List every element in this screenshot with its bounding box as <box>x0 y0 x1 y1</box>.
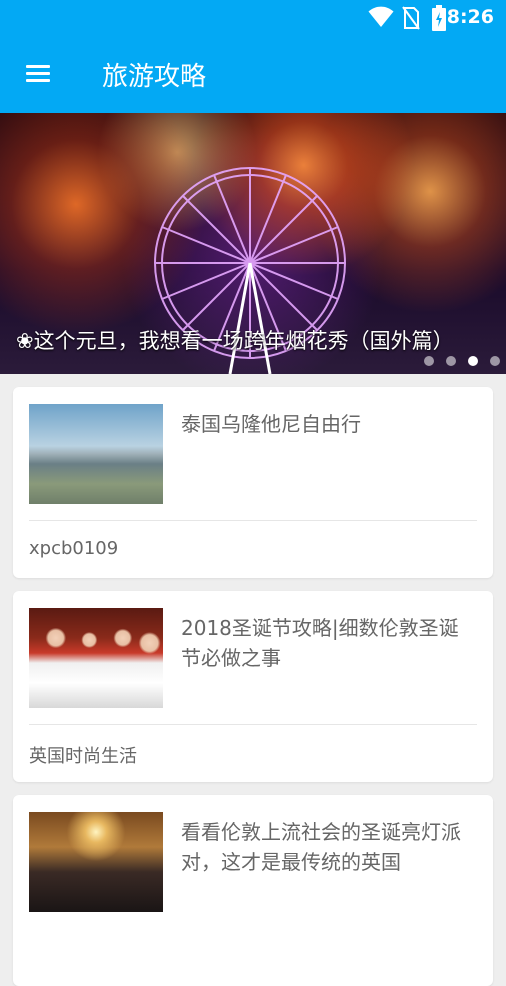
banner-carousel[interactable]: ❀这个元旦，我想看一场跨年烟花秀（国外篇） <box>0 113 506 374</box>
hamburger-icon-line <box>26 72 50 75</box>
hamburger-icon <box>26 65 50 68</box>
battery-charging-icon <box>432 5 446 31</box>
article-card[interactable]: 2018圣诞节攻略|细数伦敦圣诞节必做之事 英国时尚生活 <box>13 591 493 782</box>
article-title: 2018圣诞节攻略|细数伦敦圣诞节必做之事 <box>181 616 459 670</box>
wifi-icon <box>368 6 394 27</box>
article-thumbnail <box>29 812 163 912</box>
article-card[interactable]: 看看伦敦上流社会的圣诞亮灯派对，这才是最传统的英国 <box>13 795 493 986</box>
carousel-indicators <box>424 356 500 366</box>
page-title: 旅游攻略 <box>102 62 207 92</box>
article-source: xpcb0109 <box>29 538 119 559</box>
carousel-dot[interactable] <box>490 356 500 366</box>
divider <box>29 520 477 521</box>
article-thumbnail <box>29 404 163 504</box>
app-header: 8:26 旅游攻略 <box>0 0 506 113</box>
article-title: 看看伦敦上流社会的圣诞亮灯派对，这才是最传统的英国 <box>181 820 461 874</box>
hamburger-icon-line <box>26 79 50 82</box>
article-title: 泰国乌隆他尼自由行 <box>181 412 361 436</box>
article-thumbnail <box>29 608 163 708</box>
divider <box>29 724 477 725</box>
status-bar: 8:26 <box>0 0 506 36</box>
article-source: 英国时尚生活 <box>29 746 137 767</box>
banner-caption: ❀这个元旦，我想看一场跨年烟花秀（国外篇） <box>16 329 454 353</box>
article-card[interactable]: 泰国乌隆他尼自由行 xpcb0109 <box>13 387 493 578</box>
menu-button[interactable] <box>22 59 56 87</box>
carousel-dot[interactable] <box>424 356 434 366</box>
status-time: 8:26 <box>446 6 494 28</box>
carousel-dot[interactable] <box>446 356 456 366</box>
no-sim-icon <box>402 6 420 30</box>
carousel-dot-active[interactable] <box>468 356 478 366</box>
